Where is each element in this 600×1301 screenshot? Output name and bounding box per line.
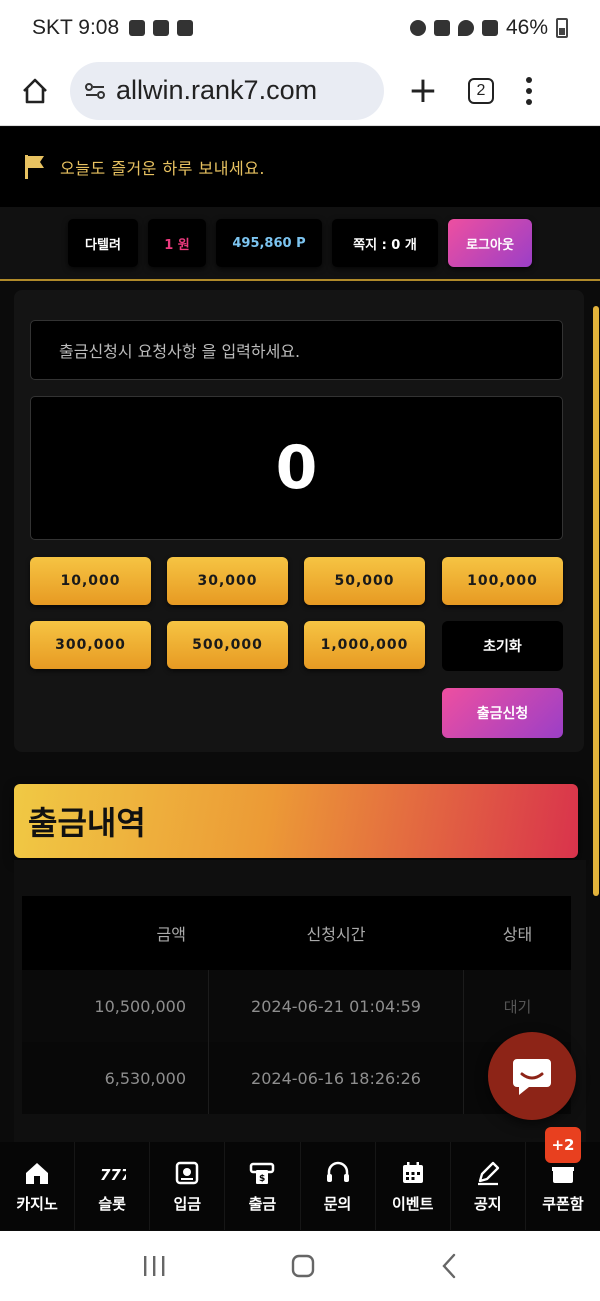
svg-text:777: 777 [100,1166,126,1184]
back-icon[interactable] [439,1252,459,1280]
messages-button[interactable]: 쪽지 : 0 개 [332,219,438,267]
signal-icon [481,20,498,36]
amount-button-100000[interactable]: 100,000 [442,557,563,605]
chat-button[interactable] [488,1032,576,1120]
battery-percent: 46% [505,16,548,39]
home-button[interactable] [0,56,70,126]
nav-casino[interactable]: 카지노 [0,1142,76,1230]
table-header: 금액 신청시간 상태 [22,896,571,970]
withdraw-submit-button[interactable]: 출금신청 [442,688,563,738]
pencil-icon [477,1161,499,1185]
history-title: 출금내역 [28,804,146,842]
withdraw-panel: 출금신청시 요청사항 을 입력하세요. 0 10,000 30,000 50,0… [14,290,584,752]
recent-apps-icon[interactable] [141,1254,167,1278]
nav-label: 카지노 [16,1194,58,1213]
calendar-icon [402,1161,423,1183]
user-info-bar: 다텔려 1 원 495,860 P 쪽지 : 0 개 로그아웃 [0,207,600,281]
greeting-bar: 오늘도 즐거운 하루 보내세요. [0,127,600,207]
gallery-icon [177,20,194,36]
nav-label: 입금 [173,1194,202,1213]
deposit-icon [176,1161,199,1184]
new-tab-button[interactable]: + [386,72,460,109]
status-bar: SKT 9:08 46% [0,0,600,56]
column-header-status: 상태 [502,925,533,944]
column-header-time: 신청시간 [306,925,366,944]
table-row: 10,500,000 2024-06-21 01:04:59 대기 [22,970,571,1042]
casino-icon [26,1162,49,1184]
nav-label: 출금 [248,1194,277,1213]
battery-icon [556,18,568,38]
amount-display: 0 [30,396,563,540]
slot-icon: 777 [100,1166,126,1184]
user-nickname: 다텔려 [68,219,138,267]
amount-button-50000[interactable]: 50,000 [304,557,425,605]
svg-text:$: $ [259,1174,265,1184]
nav-notice[interactable]: 공지 [450,1142,526,1230]
alarm-icon [409,20,426,36]
coupon-count-badge: +2 [545,1127,581,1163]
notification-icon [129,20,146,36]
row-time: 2024-06-16 18:26:26 [208,1042,464,1114]
withdraw-icon: $ [250,1162,275,1184]
dot-icon [526,76,532,83]
status-time: SKT 9:08 [32,16,120,39]
flag-icon [25,155,44,179]
nav-label: 공지 [474,1194,502,1213]
amount-button-300000[interactable]: 300,000 [30,621,151,669]
chat-icon [513,1059,551,1095]
page: SKT 9:08 46% allwin.rank7.com + 2 오늘도 즐거… [0,0,600,1301]
bottom-nav: 카지노 777 슬롯 입금 $ 출금 문의 이벤트 공지 쿠폰함 [0,1142,600,1230]
system-nav-bar [0,1231,600,1301]
request-note-input[interactable]: 출금신청시 요청사항 을 입력하세요. [30,320,563,380]
address-bar[interactable]: allwin.rank7.com [70,61,384,120]
headset-icon [326,1161,349,1182]
row-amount: 10,500,000 [94,996,186,1016]
history-table: 금액 신청시간 상태 10,500,000 2024-06-21 01:04:5… [22,896,571,1156]
reset-button[interactable]: 초기화 [442,621,563,671]
nav-inquiry[interactable]: 문의 [300,1142,376,1230]
greeting-text: 오늘도 즐거운 하루 보내세요. [60,159,265,178]
nav-label: 이벤트 [391,1194,434,1213]
browser-menu-button[interactable] [494,76,564,105]
check-icon [153,20,170,36]
dot-icon [526,98,532,105]
location-icon [457,20,474,36]
column-header-amount: 금액 [156,925,186,944]
url-text: allwin.rank7.com [116,75,318,105]
nav-slot[interactable]: 777 슬롯 [75,1142,151,1230]
notification-icons [129,20,194,36]
nav-event[interactable]: 이벤트 [375,1142,451,1230]
home-nav-icon[interactable] [290,1253,316,1279]
row-status: 대기 [503,997,532,1016]
tab-switcher-button[interactable]: 2 [468,77,494,104]
nav-withdraw[interactable]: $ 출금 [225,1142,301,1230]
nav-label: 슬롯 [98,1194,126,1213]
nav-label: 쿠폰함 [542,1194,584,1213]
status-right: 46% [409,16,568,40]
user-points: 495,860 P [216,219,322,267]
amount-button-30000[interactable]: 30,000 [167,557,288,605]
amount-button-10000[interactable]: 10,000 [30,557,151,605]
scrollbar[interactable] [593,306,599,896]
history-banner: 출금내역 [14,784,578,858]
row-amount: 6,530,000 [104,1068,186,1088]
mute-icon [433,20,450,36]
nav-deposit[interactable]: 입금 [150,1142,226,1230]
logout-button[interactable]: 로그아웃 [448,219,532,267]
nav-label: 문의 [323,1194,352,1213]
home-icon [23,78,47,103]
row-time: 2024-06-21 01:04:59 [208,970,464,1042]
amount-button-1000000[interactable]: 1,000,000 [304,621,425,669]
browser-toolbar: allwin.rank7.com + 2 [0,56,600,126]
dot-icon [526,87,532,94]
site-settings-icon [85,82,105,99]
user-cash: 1 원 [148,219,206,267]
amount-button-500000[interactable]: 500,000 [167,621,288,669]
